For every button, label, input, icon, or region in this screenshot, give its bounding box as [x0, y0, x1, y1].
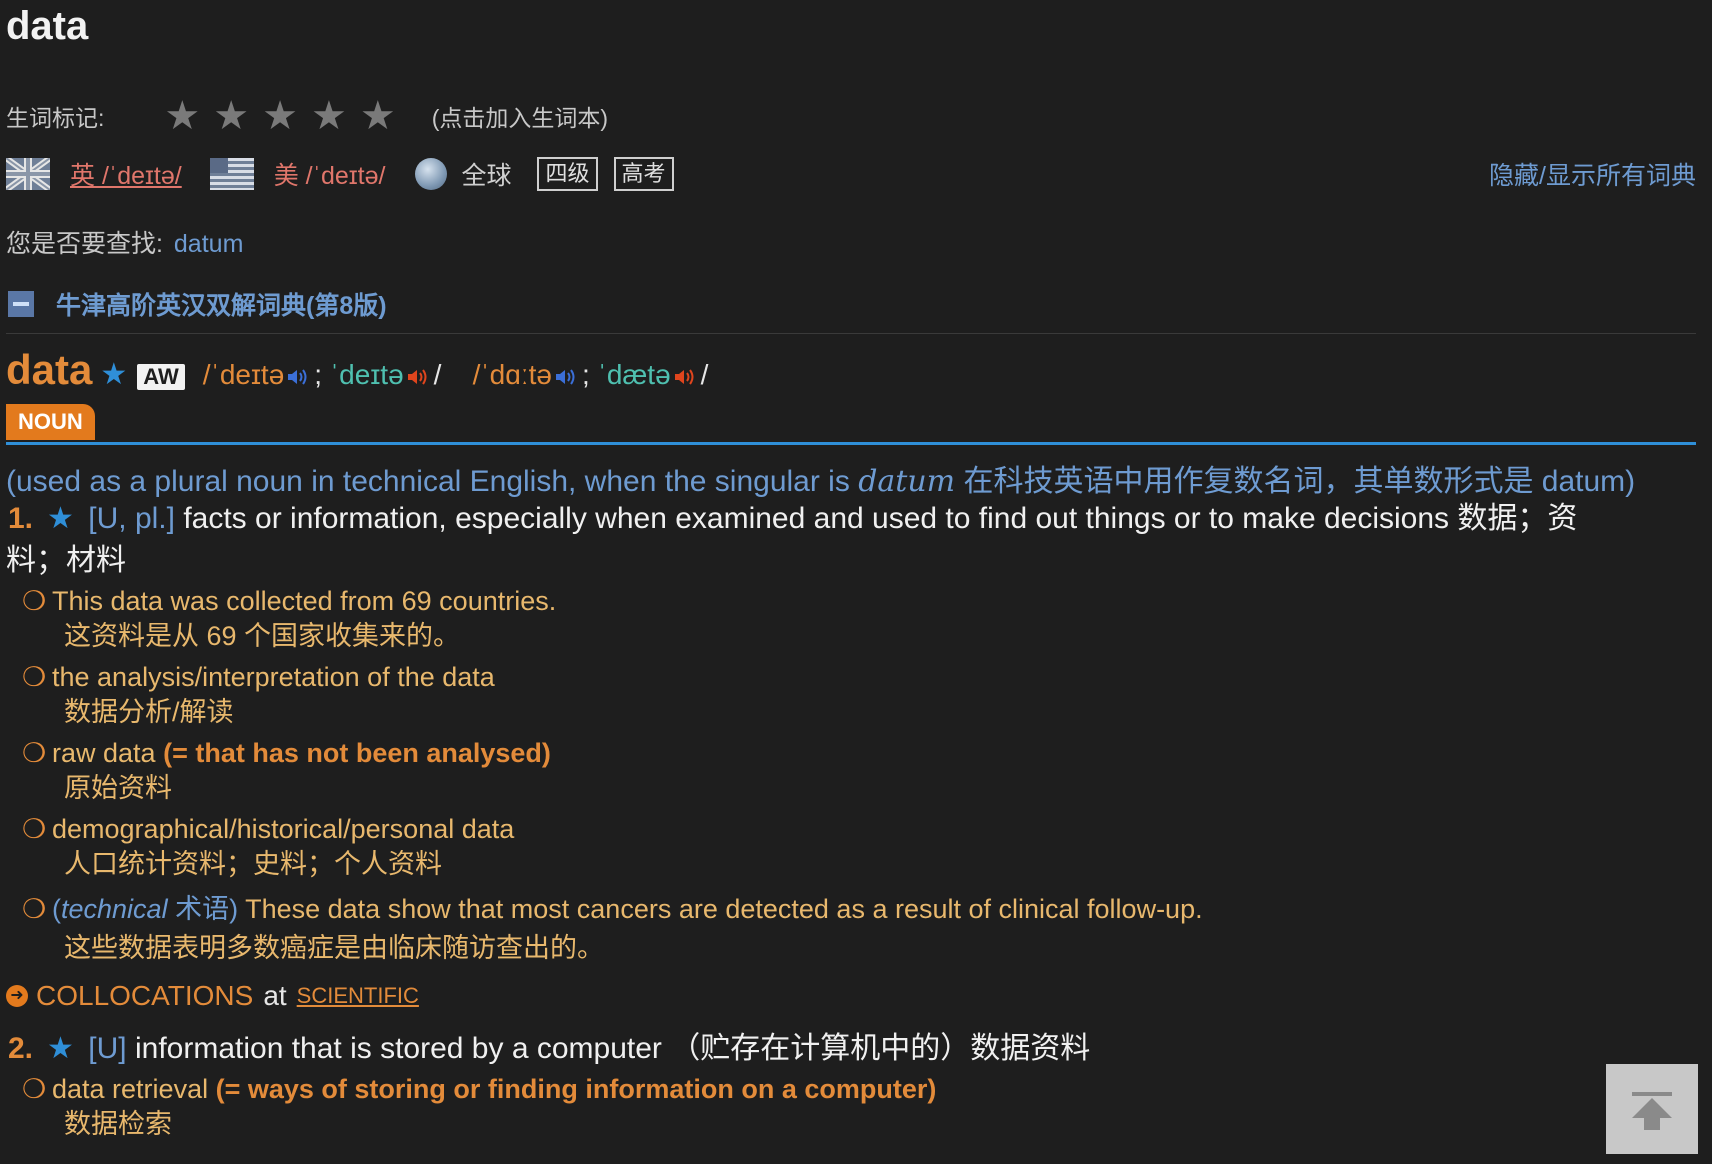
example-en: These data show that most cancers are de… — [245, 894, 1203, 924]
definition-text: information that is stored by a computer… — [134, 1032, 1091, 1065]
example-zh: 人口统计资料；史料；个人资料 — [64, 849, 442, 879]
example-item: ❍ data retrieval (= ways of storing or fi… — [22, 1072, 936, 1142]
definition-text-cont: 料；材料 — [6, 544, 126, 577]
speaker-icon[interactable] — [406, 367, 430, 387]
example-item: ❍ (technical 术语) These data show that mos… — [22, 892, 1203, 966]
register-italic: technical — [61, 894, 168, 924]
global-pronunciation-label[interactable]: 全球 — [461, 156, 511, 192]
phonetic-us-1: /ˈdɑːtə — [472, 359, 552, 390]
phonetic-us-2: ˈdætə — [597, 359, 671, 390]
dictionary-header: 牛津高阶英汉双解词典(第8版) — [8, 286, 387, 322]
example-note: (= that has not been analysed) — [163, 738, 551, 768]
example-item: ❍ raw data (= that has not been analysed)… — [22, 736, 551, 806]
part-of-speech-underline — [6, 442, 1696, 445]
star-icon[interactable]: ★ — [262, 96, 298, 136]
star-icon[interactable]: ★ — [164, 96, 200, 136]
entry-word: data — [6, 346, 93, 393]
example-en: This data was collected from 69 countrie… — [52, 586, 557, 616]
bullet-icon: ❍ — [22, 738, 47, 768]
search-word-title: data — [6, 4, 89, 48]
phonetic-uk-2: ˈdeɪtə — [329, 359, 404, 390]
example-en: demographical/historical/personal data — [52, 814, 515, 844]
sense-number: 2. — [8, 1032, 34, 1065]
example-item: ❍ the analysis/interpretation of the data… — [22, 660, 495, 730]
collocations-label: COLLOCATIONS — [36, 980, 254, 1011]
collocations-at: at — [263, 980, 287, 1011]
star-icon[interactable]: ★ — [360, 96, 396, 136]
usage-note-text: (used as a plural noun in technical Engl… — [6, 465, 859, 498]
speaker-icon[interactable] — [286, 367, 310, 387]
suggested-word-link[interactable]: datum — [174, 230, 243, 258]
example-note: (= ways of storing or finding informatio… — [215, 1074, 937, 1104]
exam-tag-cet4: 四级 — [537, 157, 598, 191]
entry-headword-row: data ★ AW /ˈdeɪtə; ˈdeɪtə / /ˈdɑːtə; ˈdæt… — [6, 346, 708, 402]
usage-note-italic: datum — [858, 464, 956, 499]
did-you-mean-row: 您是否要查找: datum — [6, 224, 243, 260]
grammar-code: [U] — [88, 1032, 127, 1065]
frequency-star-icon: ★ — [47, 502, 74, 535]
example-zh: 数据检索 — [64, 1109, 172, 1139]
wordbook-label: 生词标记: — [6, 105, 105, 131]
arrow-circle-icon: ➜ — [6, 985, 28, 1007]
collocations-link[interactable]: SCIENTIFIC — [297, 983, 419, 1009]
collapse-icon[interactable] — [8, 291, 34, 317]
definition-text: facts or information, especially when ex… — [183, 502, 1578, 535]
bullet-icon: ❍ — [22, 894, 47, 924]
phonetic-uk-1: /ˈdeɪtə — [202, 359, 285, 390]
academic-word-badge: AW — [137, 364, 185, 390]
usage-note-text-cont: 在科技英语中用作复数名词，其单数形式是 datum) — [955, 465, 1636, 498]
phonetic-slash: / — [433, 359, 442, 390]
pronunciation-row: 英 /ˈdeɪtə/ 美 /ˈdeɪtə/ 全球 四级 高考 隐藏/显示所有词典 — [6, 154, 1696, 194]
phonetics: /ˈdeɪtə; ˈdeɪtə / /ˈdɑːtə; ˈdætə / — [203, 359, 709, 391]
sense-1: 1. ★ [U, pl.] facts or information, espec… — [6, 498, 1686, 582]
usage-note: (used as a plural noun in technical Engl… — [6, 456, 1706, 500]
example-zh: 原始资料 — [64, 773, 172, 803]
phonetic-separator: ; — [314, 359, 330, 390]
wordbook-stars[interactable]: ★ ★ ★ ★ ★ — [164, 96, 395, 136]
frequency-star-icon: ★ — [100, 358, 128, 391]
globe-icon[interactable] — [415, 158, 448, 190]
divider — [6, 333, 1696, 334]
did-you-mean-label: 您是否要查找: — [6, 230, 163, 258]
example-zh: 数据分析/解读 — [64, 697, 234, 727]
example-item: ❍ demographical/historical/personal data … — [22, 812, 514, 882]
us-pronunciation-link[interactable]: 美 /ˈdeɪtə/ — [274, 156, 386, 192]
uk-flag-icon[interactable] — [6, 158, 50, 190]
speaker-icon[interactable] — [554, 367, 578, 387]
register-label: (technical 术语) — [52, 894, 239, 924]
bullet-icon: ❍ — [22, 1074, 47, 1104]
star-icon[interactable]: ★ — [311, 96, 347, 136]
add-to-wordbook-link[interactable]: (点击加入生词本) — [432, 99, 608, 133]
example-zh: 这些数据表明多数癌症是由临床随访查出的。 — [64, 933, 604, 963]
dictionary-title[interactable]: 牛津高阶英汉双解词典(第8版) — [56, 286, 387, 322]
phonetic-separator: ; — [581, 359, 598, 390]
star-icon[interactable]: ★ — [213, 96, 249, 136]
wordbook-row: 生词标记: ★ ★ ★ ★ ★ (点击加入生词本) — [6, 96, 608, 136]
bullet-icon: ❍ — [22, 586, 47, 616]
part-of-speech-label: NOUN — [6, 404, 95, 440]
bullet-icon: ❍ — [22, 814, 47, 844]
grammar-code: [U, pl.] — [88, 502, 175, 535]
bullet-icon: ❍ — [22, 662, 47, 692]
sense-number: 1. — [8, 502, 34, 535]
phonetic-slash: / — [700, 359, 709, 390]
example-item: ❍ This data was collected from 69 countri… — [22, 584, 556, 654]
collocations-row: ➜ COLLOCATIONS at SCIENTIFIC — [6, 980, 419, 1012]
arrow-up-icon — [1632, 1092, 1672, 1130]
example-en: the analysis/interpretation of the data — [52, 662, 495, 692]
uk-pronunciation-link[interactable]: 英 /ˈdeɪtə/ — [70, 156, 182, 192]
exam-tag-gaokao: 高考 — [613, 157, 674, 191]
back-to-top-button[interactable] — [1606, 1064, 1698, 1154]
example-en: data retrieval — [52, 1074, 209, 1104]
example-zh: 这资料是从 69 个国家收集来的。 — [64, 621, 461, 651]
example-en: raw data — [52, 738, 156, 768]
sense-2: 2. ★ [U] information that is stored by a … — [6, 1028, 1586, 1070]
us-flag-icon[interactable] — [209, 158, 254, 190]
toggle-all-dictionaries-link[interactable]: 隐藏/显示所有词典 — [1489, 156, 1696, 192]
register-zh: 术语 — [175, 894, 230, 924]
frequency-star-icon: ★ — [47, 1032, 74, 1065]
speaker-icon[interactable] — [673, 367, 697, 387]
